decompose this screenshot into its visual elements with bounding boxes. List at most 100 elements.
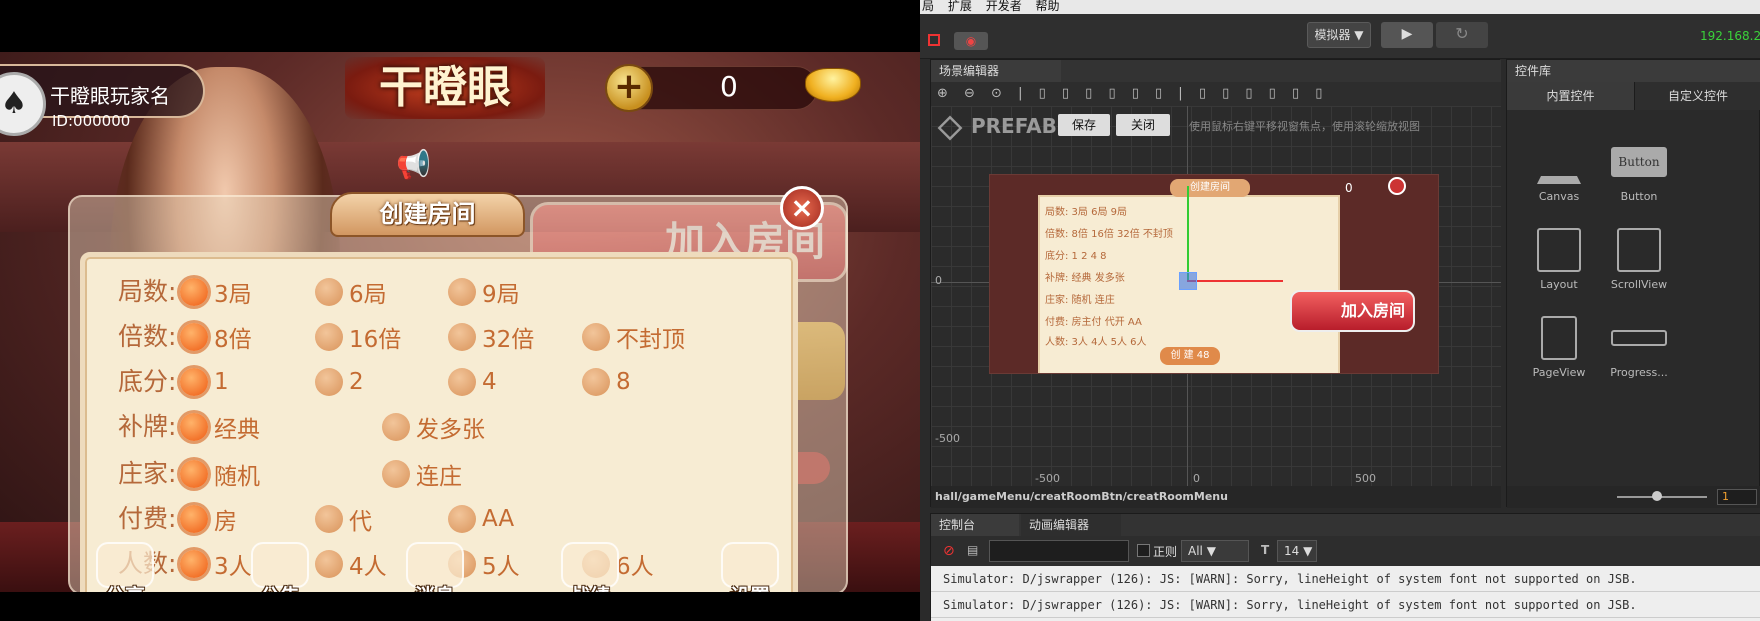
window-icon[interactable]: [928, 34, 940, 46]
console-panel: 控制台 动画编辑器 ⊘ ▤ 正则 All ▼ T 14 ▼ Simulator:…: [930, 513, 1760, 621]
radio-unselected-icon: [315, 505, 343, 533]
radio-unselected-icon: [382, 460, 410, 488]
scene-tools[interactable]: ⊕ ⊖ ⊙ | ▯ ▯ ▯ ▯ ▯ ▯ | ▯ ▯ ▯ ▯ ▯ ▯: [931, 82, 1501, 106]
menu-item-extensions[interactable]: 扩展: [948, 0, 972, 13]
main-toolbar: ◉ 模拟器 ▼ ▶ ↻ 192.168.2.: [920, 14, 1760, 59]
preview-close-icon: [1388, 177, 1406, 195]
radio-selected-icon: [180, 413, 208, 441]
widget-pageview[interactable]: PageView: [1519, 316, 1599, 379]
font-size-select[interactable]: 14 ▼: [1277, 540, 1317, 562]
option-radio[interactable]: 1: [180, 364, 229, 400]
zoom-slider[interactable]: [1617, 496, 1707, 498]
play-button[interactable]: ▶: [1381, 22, 1433, 48]
option-radio[interactable]: AA: [448, 501, 514, 537]
option-radio[interactable]: 3局: [180, 274, 252, 310]
dialog-close-button[interactable]: ×: [780, 186, 824, 230]
save-button[interactable]: 保存: [1058, 114, 1110, 136]
nav-record-button[interactable]: 战绩: [555, 542, 625, 592]
ip-address: 192.168.2.: [1700, 29, 1760, 43]
preview-row: 底分: 1 2 4 8: [1045, 251, 1107, 262]
option-radio[interactable]: 9局: [448, 274, 520, 310]
tab-builtin-widgets[interactable]: 内置控件: [1507, 82, 1634, 110]
option-radio[interactable]: 发多张: [382, 409, 485, 445]
option-label: AA: [482, 506, 515, 532]
reload-button[interactable]: ↻: [1436, 22, 1488, 48]
preview-row: 付费: 房主付 代开 AA: [1045, 317, 1142, 328]
zoom-value-input[interactable]: 1: [1717, 489, 1757, 505]
player-info-card[interactable]: ♠ 干瞪眼玩家名 ID:000000: [0, 64, 205, 136]
axis-label: 0: [1193, 472, 1200, 485]
option-radio[interactable]: 4: [448, 364, 497, 400]
zoom-slider-handle[interactable]: [1652, 491, 1662, 501]
preview-row: 人数: 3人 4人 5人 6人: [1045, 337, 1147, 348]
prefab-label: PREFAB: [971, 114, 1057, 138]
option-radio[interactable]: 连庄: [382, 456, 462, 492]
menu-item-developer[interactable]: 开发者: [986, 0, 1022, 13]
option-radio[interactable]: 8: [582, 364, 631, 400]
console-toolbar: ⊘ ▤ 正则 All ▼ T 14 ▼: [931, 536, 1760, 566]
tab-animation-editor[interactable]: 动画编辑器: [1021, 514, 1121, 536]
node-path-breadcrumb: hall/gameMenu/creatRoomBtn/creatRoomMenu: [931, 486, 1501, 508]
avatar[interactable]: ♠: [0, 72, 46, 136]
game-scene: ♠ 干瞪眼玩家名 ID:000000 干瞪眼 + 0 📢 加入房间 创建房间 ×…: [0, 52, 920, 592]
add-coins-button[interactable]: +: [605, 64, 653, 112]
nav-share-button[interactable]: 分享: [90, 542, 160, 592]
log-file-icon[interactable]: ▤: [967, 543, 978, 557]
widget-layout[interactable]: Layout: [1519, 228, 1599, 291]
clear-console-icon[interactable]: ⊘: [943, 543, 955, 559]
option-radio[interactable]: 6局: [315, 274, 387, 310]
option-radio[interactable]: 8倍: [180, 319, 252, 355]
preview-coins: 0: [1345, 181, 1353, 195]
radio-unselected-icon: [315, 323, 343, 351]
simulator-select[interactable]: 模拟器 ▼: [1307, 22, 1371, 48]
option-row-label: 局数:: [118, 277, 177, 306]
option-radio[interactable]: 16倍: [315, 319, 401, 355]
console-tabs: 控制台 动画编辑器: [931, 514, 1760, 536]
tab-widget-library[interactable]: 控件库: [1507, 60, 1760, 82]
regex-checkbox[interactable]: [1137, 544, 1150, 557]
move-gizmo-y[interactable]: [1187, 186, 1189, 282]
progressbar-icon: [1611, 330, 1667, 346]
coin-count: 0: [720, 70, 738, 103]
option-radio[interactable]: 房: [180, 501, 237, 537]
widget-canvas[interactable]: Canvas: [1519, 140, 1599, 203]
option-radio[interactable]: 2: [315, 364, 364, 400]
option-label: 4: [482, 369, 497, 395]
prefab-preview[interactable]: 创建房间 0 局数: 3局 6局 9局 倍数: 8倍 16倍 32倍 不封顶 底…: [989, 174, 1439, 374]
move-gizmo-center[interactable]: [1179, 272, 1197, 290]
option-radio[interactable]: 32倍: [448, 319, 534, 355]
move-gizmo-x[interactable]: [1187, 280, 1283, 282]
widget-scrollview[interactable]: ScrollView: [1599, 228, 1679, 291]
radio-unselected-icon: [315, 368, 343, 396]
radio-unselected-icon: [448, 278, 476, 306]
scene-view[interactable]: 0 -500 -500 0 500 创建房间 0 局数: 3局 6局 9局 倍数…: [931, 106, 1501, 486]
option-label: 9局: [482, 282, 520, 308]
log-level-select[interactable]: All ▼: [1181, 540, 1249, 562]
menu-item-help[interactable]: 帮助: [1036, 0, 1060, 13]
scene-tab-label: 场景编辑器: [939, 64, 1000, 78]
widget-progressbar[interactable]: Progress...: [1599, 316, 1679, 379]
nav-notice-button[interactable]: 公告: [245, 542, 315, 592]
console-tab-label: 控制台: [939, 518, 976, 532]
option-radio[interactable]: 随机: [180, 456, 260, 492]
nav-settings-button[interactable]: 设置: [715, 542, 785, 592]
tab-custom-widgets[interactable]: 自定义控件: [1634, 82, 1760, 110]
option-row: 庄家: 随机 连庄: [118, 454, 798, 494]
radio-selected-icon: [180, 278, 208, 306]
option-radio[interactable]: 代: [315, 501, 372, 537]
option-radio[interactable]: 经典: [180, 409, 260, 445]
option-radio[interactable]: 不封顶: [582, 319, 685, 355]
widget-button[interactable]: Button Button: [1599, 140, 1679, 203]
menu-item[interactable]: 局: [922, 0, 934, 13]
preview-title: 创建房间: [1170, 179, 1250, 197]
console-filter-input[interactable]: [989, 540, 1129, 562]
close-button[interactable]: 关闭: [1116, 114, 1170, 136]
console-log[interactable]: Simulator: D/jswrapper (126): JS: [WARN]…: [931, 566, 1760, 621]
tab-scene-editor[interactable]: 场景编辑器: [931, 60, 1061, 82]
tab-console[interactable]: 控制台: [931, 514, 1019, 536]
gold-ingot-icon: [805, 68, 861, 102]
record-icon[interactable]: ◉: [954, 32, 988, 50]
preview-join-button: 加入房间: [1290, 290, 1415, 332]
nav-message-button[interactable]: 消息: [400, 542, 470, 592]
preview-row: 倍数: 8倍 16倍 32倍 不封顶: [1045, 229, 1173, 240]
